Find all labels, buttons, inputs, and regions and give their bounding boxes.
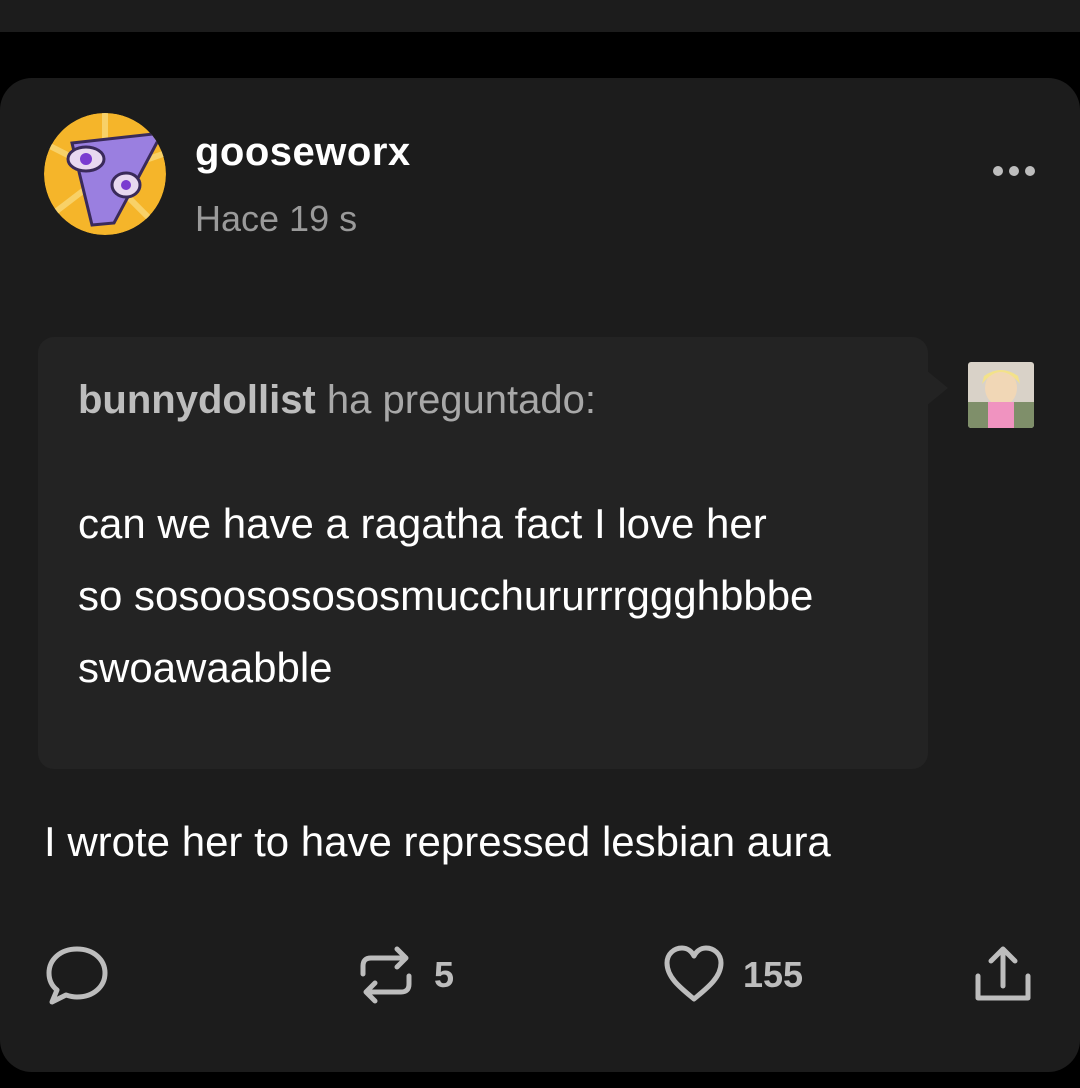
- asker-username[interactable]: bunnydollist: [78, 378, 316, 422]
- answer-text: I wrote her to have repressed lesbian au…: [44, 818, 831, 865]
- comment-icon[interactable]: [44, 944, 110, 1011]
- more-icon[interactable]: [990, 160, 1038, 182]
- ask-pointer: [926, 370, 948, 406]
- author-avatar[interactable]: [44, 113, 166, 235]
- heart-icon[interactable]: [662, 944, 726, 1009]
- ask-question: can we have a ragatha fact I love her so…: [78, 488, 908, 704]
- ask-header: bunnydollist ha preguntado:: [78, 378, 596, 423]
- reblog-count: 5: [434, 954, 455, 995]
- question-line: swoawaabble: [78, 644, 333, 691]
- question-line: so sosoososososmucchururrrggghbbbe: [78, 572, 814, 619]
- like-count: 155: [743, 954, 804, 995]
- reblog-icon[interactable]: [355, 942, 417, 1013]
- top-bar: [0, 0, 1080, 32]
- question-line: can we have a ragatha fact I love her: [78, 500, 767, 547]
- author-username[interactable]: gooseworx: [195, 130, 411, 175]
- asker-avatar[interactable]: [968, 362, 1034, 428]
- share-icon[interactable]: [972, 942, 1034, 1013]
- post-actions: 5 155: [0, 930, 1080, 1020]
- asked-label: ha preguntado:: [326, 378, 597, 422]
- post-timestamp: Hace 19 s: [195, 198, 358, 239]
